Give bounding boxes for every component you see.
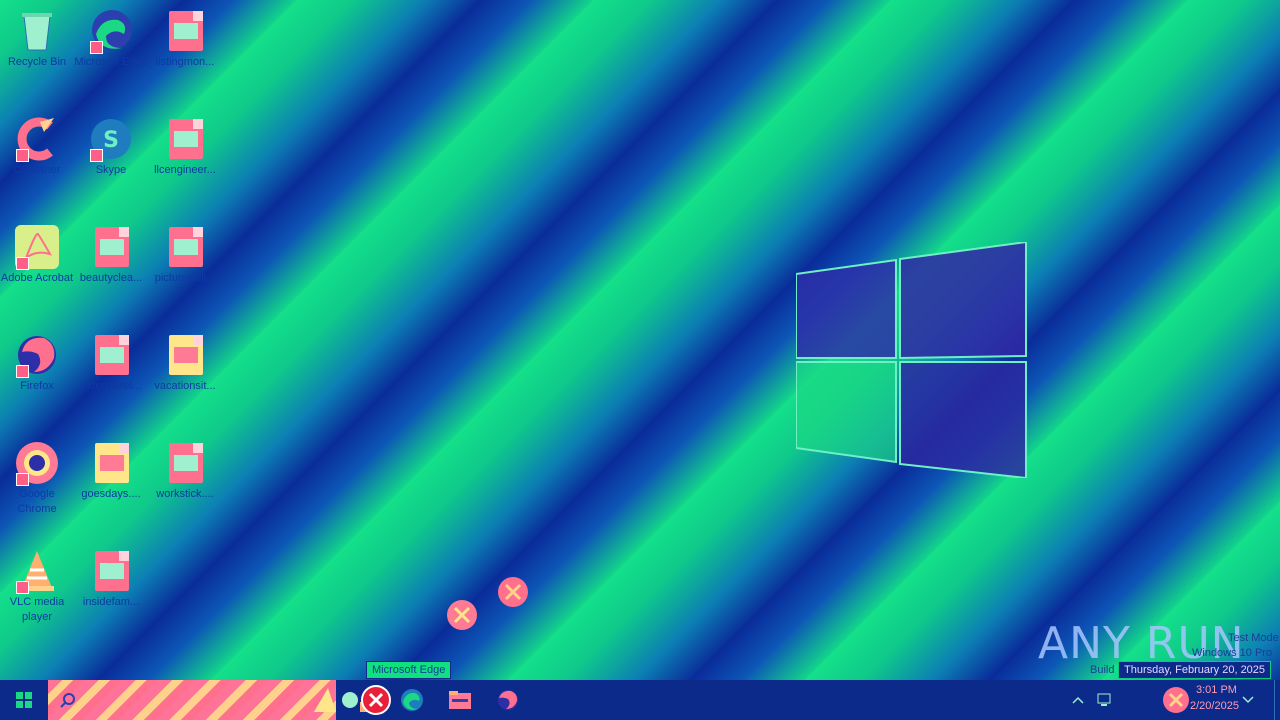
folder-icon — [449, 691, 471, 709]
image-file-icon — [162, 332, 208, 378]
error-x-icon — [361, 685, 391, 715]
desktop-icon-insidefam[interactable]: insidefam... — [74, 548, 148, 610]
taskbar-file-explorer-button[interactable] — [440, 680, 480, 720]
network-icon — [1097, 693, 1111, 706]
test-mode-label: Test Mode — [1228, 632, 1279, 644]
desktop-icon-ccleaner[interactable]: CCleaner — [0, 116, 74, 178]
taskbar-firefox-button[interactable] — [488, 680, 528, 720]
desktop[interactable]: Recycle Bin CCleaner Adobe Acrobat Firef… — [0, 0, 1280, 680]
start-button[interactable] — [0, 680, 48, 720]
shortcut-arrow-icon — [16, 581, 29, 594]
tray-error-button[interactable] — [1160, 680, 1192, 720]
desktop-icon-workstick[interactable]: workstick.... — [148, 440, 222, 502]
desktop-icon-vlc-media-player[interactable]: VLC media player — [0, 548, 74, 625]
taskbar-tooltip: Microsoft Edge — [366, 661, 452, 679]
desktop-icon-label: beautyclea... — [79, 272, 143, 284]
adobe-acrobat-icon — [14, 224, 60, 270]
image-file-icon — [162, 116, 208, 162]
clock-date[interactable]: 2/20/2025 — [1190, 700, 1239, 712]
word-document-icon — [88, 332, 134, 378]
desktop-icon-adobe-acrobat[interactable]: Adobe Acrobat — [0, 224, 74, 286]
taskbar-error-button[interactable] — [356, 680, 396, 720]
microsoft-edge-icon — [88, 8, 134, 54]
chevron-up-icon — [1072, 696, 1084, 704]
taskbar-edge-button[interactable] — [392, 680, 432, 720]
image-file-icon — [88, 440, 134, 486]
desktop-icon-llcengineer[interactable]: llcengineer... — [148, 116, 222, 178]
desktop-icon-label: insidefam... — [82, 596, 140, 608]
image-file-icon — [88, 224, 134, 270]
desktop-icon-label: pictureskill... — [154, 272, 216, 284]
word-document-icon — [162, 224, 208, 270]
desktop-icon-label: listingmon... — [155, 56, 215, 68]
desktop-icon-label: Firefox — [20, 380, 54, 392]
desktop-icon-google-chrome[interactable]: Google Chrome — [0, 440, 74, 517]
taskbar-search-box[interactable] — [48, 680, 378, 720]
desktop-icon-beautyclea[interactable]: beautyclea... — [74, 224, 148, 286]
desktop-icon-label: Google Chrome — [17, 488, 57, 515]
shortcut-arrow-icon — [16, 473, 29, 486]
desktop-icon-microsoft-edge[interactable]: Microsoft Edge — [74, 8, 148, 70]
desktop-icon-label: Microsoft Edge — [74, 56, 148, 68]
desktop-icon-recycle-bin[interactable]: Recycle Bin — [0, 8, 74, 70]
error-badge-icon — [1163, 687, 1189, 713]
desktop-icon-label: externalrel... — [80, 380, 142, 392]
desktop-icon-externalrel[interactable]: externalrel... — [74, 332, 148, 394]
desktop-icon-skype[interactable]: S Skype — [74, 116, 148, 178]
taskbar: 3:01 PM 2/20/2025 — [0, 680, 1280, 720]
desktop-icon-goesdays[interactable]: goesdays.... — [74, 440, 148, 502]
desktop-icon-listingmon[interactable]: listingmon... — [148, 8, 222, 70]
firefox-icon — [14, 332, 60, 378]
show-hidden-icons-button[interactable] — [1068, 680, 1088, 720]
windows-logo — [796, 242, 1027, 478]
notifications-button[interactable] — [1236, 680, 1260, 720]
microsoft-edge-icon — [401, 689, 423, 711]
firefox-icon — [498, 690, 518, 710]
desktop-icon-vacationsit[interactable]: vacationsit... — [148, 332, 222, 394]
clock-time[interactable]: 3:01 PM — [1196, 684, 1237, 696]
shortcut-arrow-icon — [90, 41, 103, 54]
shortcut-arrow-icon — [16, 365, 29, 378]
desktop-icon-label: workstick.... — [156, 488, 214, 500]
google-chrome-icon — [14, 440, 60, 486]
desktop-icon-label: Skype — [95, 164, 127, 176]
desktop-icon-label: CCleaner — [13, 164, 61, 176]
skype-icon: S — [88, 116, 134, 162]
desktop-icon-firefox[interactable]: Firefox — [0, 332, 74, 394]
error-badge-icon — [498, 577, 528, 607]
search-icon — [60, 693, 75, 708]
build-label: Build — [1090, 664, 1115, 676]
word-document-icon — [162, 440, 208, 486]
desktop-icon-label: llcengineer... — [154, 164, 216, 176]
vlc-cone-icon — [14, 548, 60, 594]
shortcut-arrow-icon — [90, 149, 103, 162]
ccleaner-icon — [14, 116, 60, 162]
recycle-bin-icon — [14, 8, 60, 54]
desktop-icon-label: goesdays.... — [81, 488, 141, 500]
desktop-icon-label: vacationsit... — [154, 380, 216, 392]
windows-start-icon — [16, 692, 32, 708]
word-document-icon — [162, 8, 208, 54]
error-badge-icon — [447, 600, 477, 630]
desktop-icon-label: Recycle Bin — [7, 56, 67, 68]
image-file-icon — [88, 548, 134, 594]
chevron-down-icon — [1242, 696, 1254, 704]
shortcut-arrow-icon — [16, 149, 29, 162]
show-desktop-button[interactable] — [1274, 680, 1280, 720]
desktop-icon-label: VLC media player — [9, 596, 65, 623]
network-tray-button[interactable] — [1092, 680, 1116, 720]
desktop-icon-pictureskill[interactable]: pictureskill... — [148, 224, 222, 286]
desktop-icon-label: Adobe Acrobat — [0, 272, 74, 284]
clock-tooltip: Thursday, February 20, 2025 — [1118, 661, 1272, 679]
shortcut-arrow-icon — [16, 257, 29, 270]
os-label: Windows 10 Pro — [1192, 647, 1273, 659]
svg-text:S: S — [103, 128, 119, 153]
